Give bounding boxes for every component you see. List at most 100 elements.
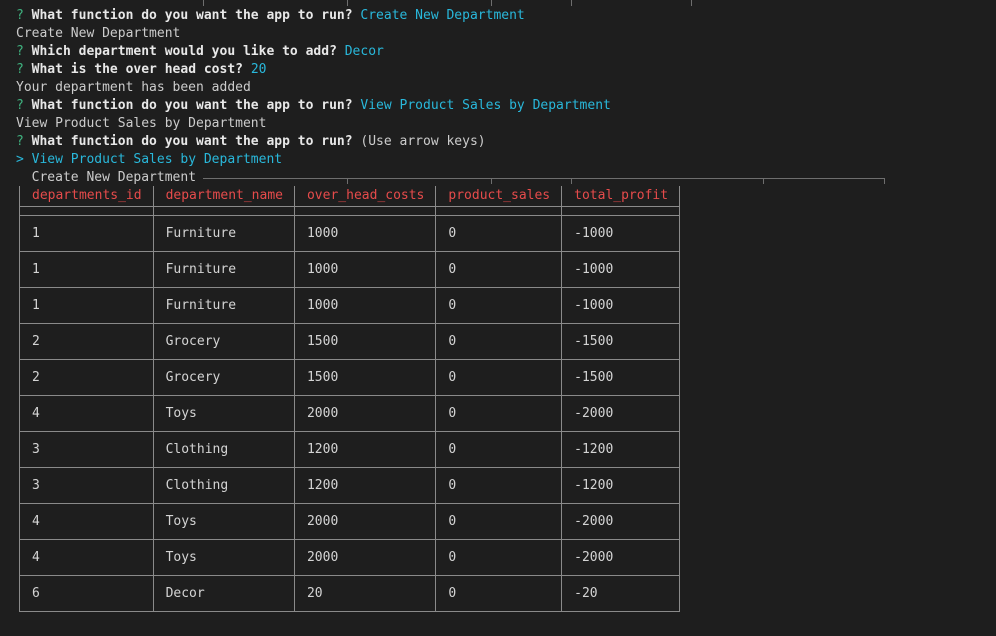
table-cell-product-sales: 0 — [435, 323, 563, 360]
column-header: total_profit — [561, 186, 681, 207]
prompt-hint: (Use arrow keys) — [360, 134, 486, 149]
table-cell-total-profit: -2000 — [561, 503, 681, 540]
table-cell-total-profit: -1000 — [561, 287, 681, 324]
prompt-answer: View Product Sales by Department — [360, 98, 611, 113]
table-cell-total-profit: -2000 — [561, 395, 681, 432]
table-cell-departments-id: 4 — [19, 395, 154, 432]
table-cell-over-head-costs: 1000 — [293, 287, 437, 324]
prompt-line: ? Which department would you like to add… — [16, 43, 996, 61]
table-cell-total-profit: -1200 — [561, 431, 681, 468]
table-header-row: departments_id department_name over_head… — [19, 186, 681, 207]
prompt-question: What function do you want the app to run… — [31, 98, 353, 113]
table-row: 4 Toys 2000 0 -2000 — [19, 539, 681, 576]
output-line: View Product Sales by Department — [16, 116, 267, 131]
table-cell-product-sales: 0 — [435, 503, 563, 540]
table-row: 1 Furniture 1000 0 -1000 — [19, 215, 681, 252]
table-cell-over-head-costs: 2000 — [293, 539, 437, 576]
output-line: Your department has been added — [16, 80, 251, 95]
table-cell-departments-id: 1 — [19, 251, 154, 288]
table-cell-department-name: Toys — [152, 503, 295, 540]
table-cell-product-sales: 0 — [435, 467, 563, 504]
grid-remnant-top — [347, 0, 348, 6]
table-cell-product-sales: 0 — [435, 359, 563, 396]
table-cell-product-sales: 0 — [435, 539, 563, 576]
prompt-answer: 20 — [250, 62, 267, 77]
table-cell-product-sales: 0 — [435, 287, 563, 324]
table-spacer-row — [19, 206, 681, 216]
grid-remnant-top — [203, 0, 204, 6]
table-cell-departments-id: 1 — [19, 215, 154, 252]
prompt-line: ? What function do you want the app to r… — [16, 133, 996, 151]
grid-remnant-top — [691, 0, 692, 6]
grid-remnant-tick — [347, 178, 348, 184]
prompt-mark: ? — [16, 8, 24, 23]
table-cell-total-profit: -2000 — [561, 539, 681, 576]
prompt-mark: ? — [16, 62, 24, 77]
table-row: 4 Toys 2000 0 -2000 — [19, 395, 681, 432]
table-cell-product-sales: 0 — [435, 575, 563, 612]
table-cell-total-profit: -1500 — [561, 359, 681, 396]
grid-remnant-tick — [491, 178, 492, 184]
prompt-mark: ? — [16, 134, 24, 149]
table-cell-department-name: Grocery — [152, 359, 295, 396]
table-row: 2 Grocery 1500 0 -1500 — [19, 323, 681, 360]
spacer-cell — [561, 206, 681, 216]
table-cell-total-profit: -1500 — [561, 323, 681, 360]
table-cell-total-profit: -1200 — [561, 467, 681, 504]
table-row: 3 Clothing 1200 0 -1200 — [19, 431, 681, 468]
table-cell-departments-id: 1 — [19, 287, 154, 324]
table-cell-product-sales: 0 — [435, 215, 563, 252]
table-cell-over-head-costs: 1000 — [293, 215, 437, 252]
table-cell-total-profit: -1000 — [561, 215, 681, 252]
table-cell-over-head-costs: 1500 — [293, 359, 437, 396]
table-cell-departments-id: 6 — [19, 575, 154, 612]
table-cell-departments-id: 4 — [19, 539, 154, 576]
prompt-answer: Create New Department — [360, 8, 525, 23]
table-cell-over-head-costs: 1200 — [293, 431, 437, 468]
prompt-answer: Decor — [344, 44, 384, 59]
column-header: over_head_costs — [293, 186, 437, 207]
table-cell-departments-id: 2 — [19, 359, 154, 396]
table-row: 6 Decor 20 0 -20 — [19, 575, 681, 612]
prompt-question: What function do you want the app to run… — [31, 134, 353, 149]
table-cell-department-name: Toys — [152, 539, 295, 576]
prompt-line: ? What function do you want the app to r… — [16, 97, 996, 115]
grid-remnant-tick — [571, 178, 572, 184]
grid-remnant-top — [571, 0, 572, 6]
table-cell-over-head-costs: 1500 — [293, 323, 437, 360]
prompt-mark: ? — [16, 98, 24, 113]
spacer-cell — [293, 206, 437, 216]
prompt-line: ? What is the over head cost? 20 — [16, 61, 996, 79]
table-row: 2 Grocery 1500 0 -1500 — [19, 359, 681, 396]
table-cell-department-name: Furniture — [152, 287, 295, 324]
grid-remnant-tick — [884, 178, 885, 184]
table-cell-total-profit: -20 — [561, 575, 681, 612]
table-row: 3 Clothing 1200 0 -1200 — [19, 467, 681, 504]
table-body: 1 Furniture 1000 0 -1000 1 Furniture 1000 0 -1000… — [19, 206, 681, 612]
table-cell-departments-id: 3 — [19, 467, 154, 504]
grid-remnant-tick — [763, 178, 764, 184]
spacer-cell — [152, 206, 295, 216]
grid-remnant-rule — [203, 178, 885, 179]
table-cell-over-head-costs: 20 — [293, 575, 437, 612]
prompt-question: What is the over head cost? — [31, 62, 243, 77]
table-cell-department-name: Clothing — [152, 467, 295, 504]
table-cell-department-name: Furniture — [152, 215, 295, 252]
table-cell-over-head-costs: 1000 — [293, 251, 437, 288]
department-sales-table: departments_id department_name over_head… — [19, 186, 681, 612]
menu-option-label: View Product Sales by Department — [31, 152, 283, 167]
menu-option-selected[interactable]: > View Product Sales by Department — [16, 151, 996, 169]
table-cell-department-name: Grocery — [152, 323, 295, 360]
table-cell-departments-id: 4 — [19, 503, 154, 540]
column-header: product_sales — [435, 186, 563, 207]
selection-cursor-icon: > — [16, 152, 24, 167]
table-cell-total-profit: -1000 — [561, 251, 681, 288]
grid-remnant-top — [491, 0, 492, 6]
table-row: 1 Furniture 1000 0 -1000 — [19, 287, 681, 324]
table-row: 1 Furniture 1000 0 -1000 — [19, 251, 681, 288]
prompt-line: ? What function do you want the app to r… — [16, 7, 996, 25]
table-cell-product-sales: 0 — [435, 395, 563, 432]
table-cell-department-name: Decor — [152, 575, 295, 612]
table-cell-over-head-costs: 2000 — [293, 395, 437, 432]
table-cell-department-name: Clothing — [152, 431, 295, 468]
